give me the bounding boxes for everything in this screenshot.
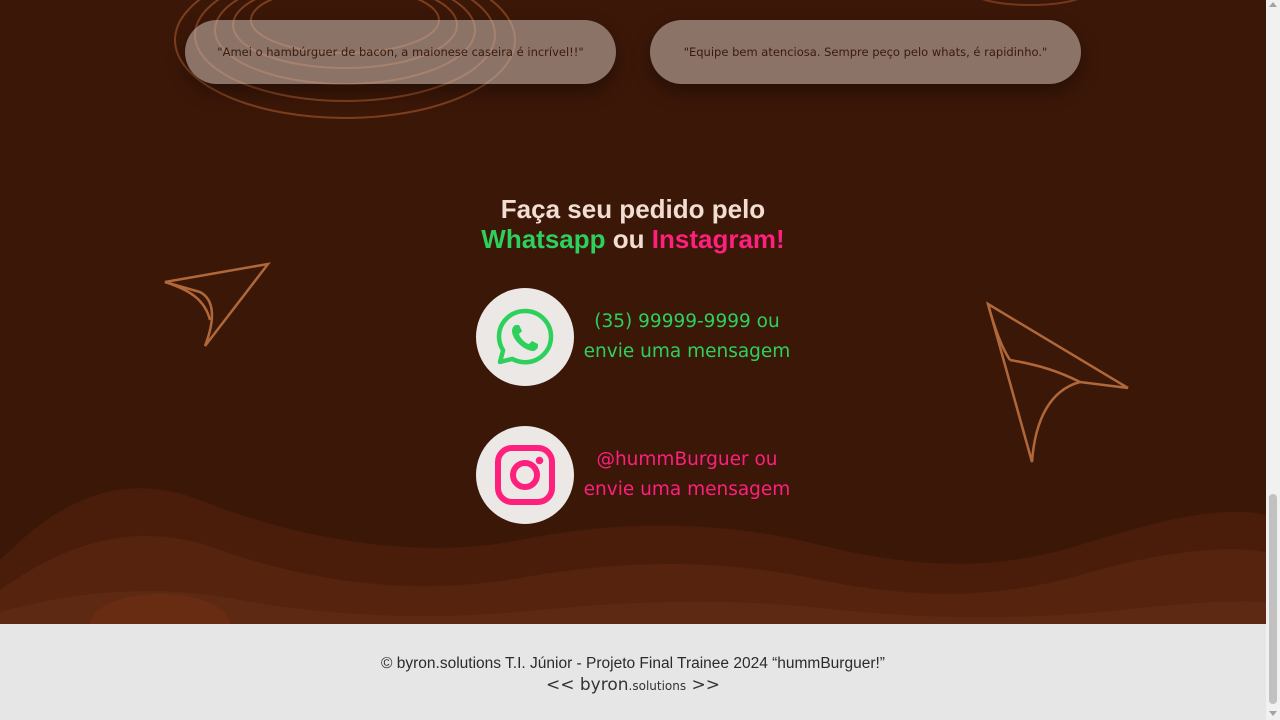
- scroll-up-arrow-icon[interactable]: [1269, 2, 1277, 7]
- scrollbar-thumb[interactable]: [1269, 494, 1277, 704]
- whatsapp-contact-text: (35) 99999-9999 ou envie uma mensagem: [580, 307, 794, 367]
- whatsapp-icon: [496, 308, 554, 365]
- whatsapp-button[interactable]: [476, 288, 574, 386]
- paper-plane-right-icon: [985, 301, 1129, 463]
- testimonial-card: "Equipe bem atenciosa. Sempre peço pelo …: [650, 20, 1081, 84]
- instagram-message: envie uma mensagem: [583, 479, 791, 500]
- logo-main-text: byron: [579, 675, 629, 695]
- cta-heading-line1: Faça seu pedido pelo: [500, 194, 766, 224]
- cta-whatsapp-word: Whatsapp: [481, 224, 606, 254]
- instagram-handle: @hummBurguer ou: [596, 449, 778, 470]
- scroll-down-arrow-icon[interactable]: [1269, 711, 1277, 716]
- logo-right-chevrons: >>: [691, 675, 721, 695]
- cta-instagram-word: Instagram!: [651, 224, 785, 254]
- footer-logo[interactable]: << byron.solutions >>: [0, 675, 1266, 695]
- whatsapp-message: envie uma mensagem: [583, 341, 791, 362]
- testimonial-card: "Amei o hambúrguer de bacon, a maionese …: [185, 20, 616, 84]
- instagram-contact-text: @hummBurguer ou envie uma mensagem: [580, 445, 794, 505]
- whatsapp-phone: (35) 99999-9999 ou: [594, 311, 780, 332]
- paper-plane-left-icon: [164, 262, 271, 347]
- contact-section: "Amei o hambúrguer de bacon, a maionese …: [0, 0, 1266, 624]
- footer: © byron.solutions T.I. Júnior - Projeto …: [0, 624, 1266, 720]
- cta-heading-line2: Whatsapp ou Instagram!: [0, 224, 1266, 254]
- logo-left-chevrons: <<: [545, 675, 575, 695]
- scrollbar[interactable]: [1266, 0, 1280, 720]
- instagram-button[interactable]: [476, 426, 574, 524]
- instagram-icon: [495, 445, 555, 505]
- testimonial-text: "Equipe bem atenciosa. Sempre peço pelo …: [683, 45, 1048, 59]
- footer-copyright: © byron.solutions T.I. Júnior - Projeto …: [381, 655, 885, 672]
- page: "Amei o hambúrguer de bacon, a maionese …: [0, 0, 1266, 720]
- testimonial-text: "Amei o hambúrguer de bacon, a maionese …: [217, 45, 584, 59]
- cta-or-word: ou: [612, 224, 645, 254]
- logo-sub-text: .solutions: [628, 679, 687, 693]
